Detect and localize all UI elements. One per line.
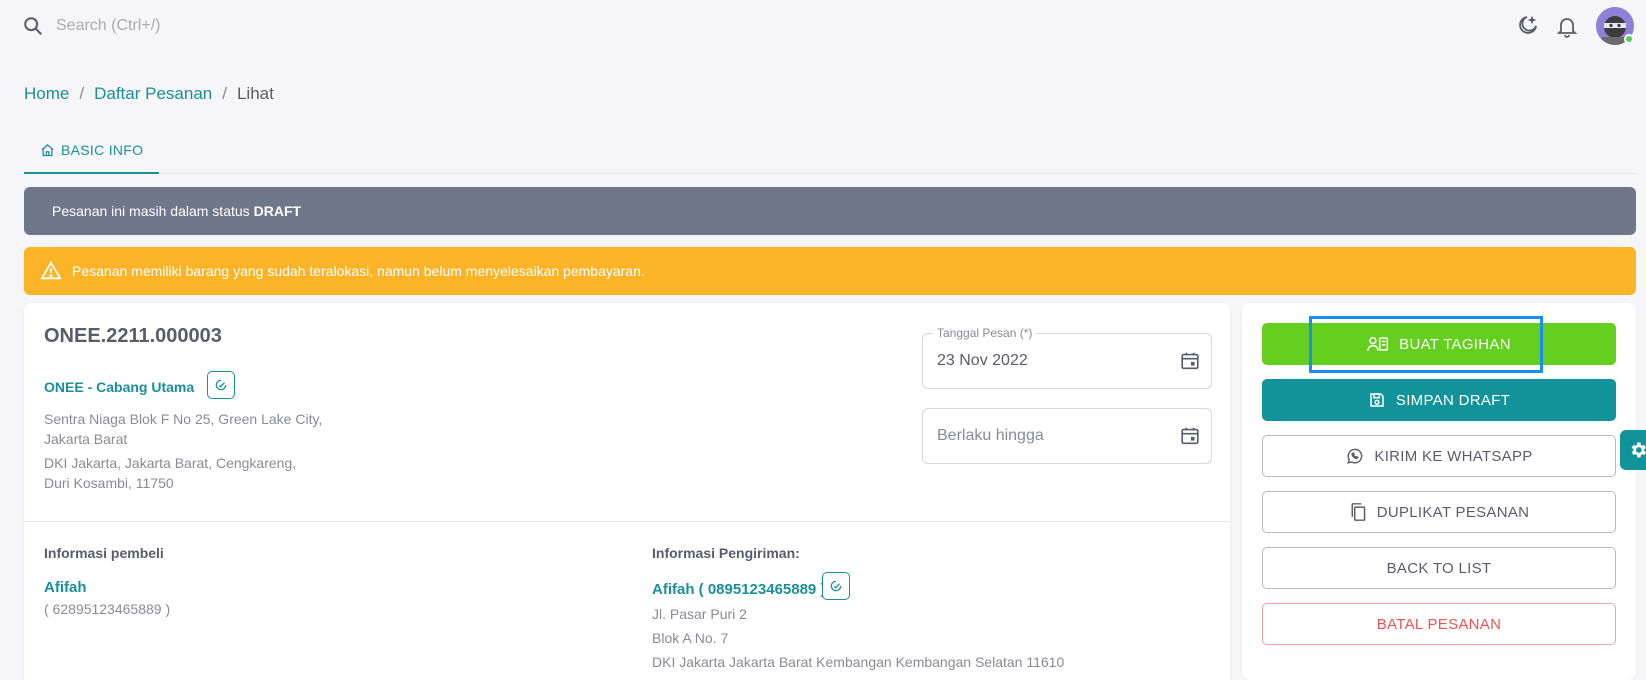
save-draft-button[interactable]: SIMPAN DRAFT [1262,379,1616,421]
branch-name: ONEE - Cabang Utama [44,379,195,395]
breadcrumb-home[interactable]: Home [24,84,69,104]
search-input[interactable] [56,14,456,38]
calendar-icon[interactable] [1179,350,1201,372]
order-actions-card: BUAT TAGIHAN SIMPAN DRAFT KIRIM KE WHATS… [1242,303,1636,680]
payment-warning-alert: Pesanan memiliki barang yang sudah teral… [24,247,1636,295]
edit-icon [830,580,842,592]
button-label: BUAT TAGIHAN [1399,335,1511,353]
send-whatsapp-button[interactable]: KIRIM KE WHATSAPP [1262,435,1616,477]
shipping-address-line: DKI Jakarta Jakarta Barat Kembangan Kemb… [652,654,1065,670]
copy-icon [1351,503,1365,521]
shipping-section-label: Informasi Pengiriman: [652,545,800,561]
back-to-list-button[interactable]: BACK TO LIST [1262,547,1616,589]
top-bar [0,0,1646,52]
draft-alert-text: Pesanan ini masih dalam status [52,203,250,219]
branch-address-street: Sentra Niaga Blok F No 25, Green Lake Ci… [44,409,322,449]
breadcrumb-separator: / [79,84,85,103]
button-label: BATAL PESANAN [1376,615,1502,633]
shipping-address-line: Jl. Pasar Puri 2 [652,606,747,622]
duplicate-order-button[interactable]: DUPLIKAT PESANAN [1262,491,1616,533]
breadcrumb-separator: / [222,84,227,103]
button-label: KIRIM KE WHATSAPP [1374,447,1533,465]
button-label: SIMPAN DRAFT [1395,391,1511,409]
breadcrumb: Home / Daftar Pesanan / Lihat [24,84,274,104]
address-line: Duri Kosambi, 11750 [44,475,174,491]
buyer-name: Afifah [44,579,87,596]
tab-bar: BASIC INFO [24,128,1636,174]
section-divider [24,521,1230,522]
address-line: DKI Jakarta, Jakarta Barat, Cengkareng, [44,455,297,471]
save-icon [1370,393,1384,407]
warning-alert-text: Pesanan memiliki barang yang sudah teral… [72,263,645,279]
buyer-phone: ( 62895123465889 ) [44,601,171,617]
cancel-order-button[interactable]: BATAL PESANAN [1262,603,1616,645]
shipping-recipient: Afifah ( 0895123465889 ) [652,581,826,598]
order-date-field[interactable]: Tanggal Pesan (*) 23 Nov 2022 [922,326,1212,389]
valid-until-field[interactable]: Berlaku hingga [922,408,1212,464]
draft-status-alert: Pesanan ini masih dalam status DRAFT [24,187,1636,235]
order-date-label: Tanggal Pesan (*) [933,326,1037,340]
moon-star-icon[interactable] [1515,14,1539,38]
address-line: Sentra Niaga Blok F No 25, Green Lake Ci… [44,411,323,427]
whatsapp-icon [1347,448,1363,464]
branch-address-region: DKI Jakarta, Jakarta Barat, Cengkareng, … [44,453,296,493]
search-icon[interactable] [22,15,44,37]
button-label: BACK TO LIST [1386,559,1492,577]
tab-basic-info[interactable]: BASIC INFO [24,128,160,174]
create-invoice-button[interactable]: BUAT TAGIHAN [1262,323,1616,365]
edit-icon [215,379,227,391]
home-icon [41,143,54,156]
valid-until-placeholder: Berlaku hingga [937,427,1044,444]
breadcrumb-order-list[interactable]: Daftar Pesanan [94,84,212,104]
gear-icon [1631,442,1646,458]
tab-label: BASIC INFO [61,142,144,158]
order-detail-card: ONEE.2211.000003 ONEE - Cabang Utama Sen… [24,303,1230,680]
warning-icon [40,260,62,280]
button-label: DUPLIKAT PESANAN [1376,503,1530,521]
invoice-icon [1367,336,1389,351]
order-date-value: 23 Nov 2022 [937,352,1028,369]
bell-icon[interactable] [1555,14,1579,38]
address-line: Jakarta Barat [44,431,128,447]
shipping-address-line: Blok A No. 7 [652,630,729,646]
order-number: ONEE.2211.000003 [44,325,222,347]
calendar-icon[interactable] [1179,425,1201,447]
edit-branch-button[interactable] [207,371,235,399]
customizer-toggle[interactable] [1620,430,1646,470]
buyer-section-label: Informasi pembeli [44,545,164,561]
draft-status-label: DRAFT [253,203,302,219]
online-status-dot [1624,34,1634,44]
edit-shipping-button[interactable] [822,572,850,600]
breadcrumb-current: Lihat [236,84,274,103]
